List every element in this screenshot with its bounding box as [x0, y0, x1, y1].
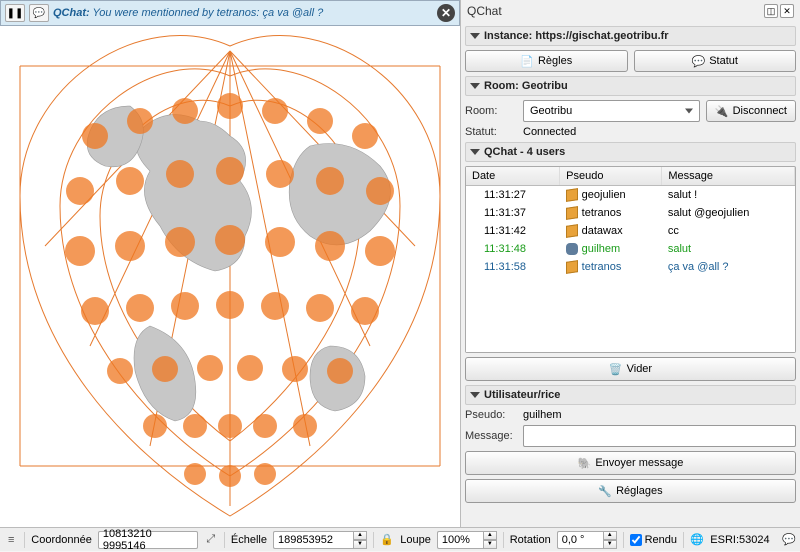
elephant-icon — [566, 243, 578, 255]
notification-title: QChat: — [53, 7, 90, 19]
loupe-field[interactable]: 100% — [437, 531, 483, 549]
chat-bubble-icon[interactable]: 💬 — [29, 4, 49, 22]
chevron-down-icon — [470, 33, 480, 39]
loupe-label: Loupe — [400, 534, 431, 546]
col-date[interactable]: Date — [466, 167, 560, 186]
extent-icon[interactable]: ⤢ — [204, 533, 218, 546]
table-row[interactable]: 11:31:37tetranossalut @geojulien — [466, 204, 795, 222]
rotation-up[interactable]: ▲ — [603, 531, 617, 540]
pseudo-label: Pseudo: — [465, 409, 517, 421]
table-row[interactable]: 11:31:58tetranosça va @all ? — [466, 258, 795, 276]
message-label: Message: — [465, 430, 517, 442]
cube-icon — [566, 188, 578, 202]
cube-icon — [566, 224, 578, 238]
loupe-up[interactable]: ▲ — [483, 531, 497, 540]
rotation-label: Rotation — [510, 534, 551, 546]
table-row[interactable]: 11:31:48guilhemsalut — [466, 240, 795, 258]
pause-button[interactable]: ❚❚ — [5, 4, 25, 22]
chevron-down-icon — [470, 149, 480, 155]
col-pseudo[interactable]: Pseudo — [560, 167, 662, 186]
status-bar: ≡ Coordonnée 10813210 9995146 ⤢ Échelle … — [0, 527, 800, 551]
panel-title: QChat — [467, 4, 502, 18]
map-canvas[interactable] — [0, 26, 460, 527]
status-button[interactable]: 💬 Statut — [634, 50, 797, 72]
notification-bar: ❚❚ 💬 QChat: You were mentionned by tetra… — [0, 0, 460, 26]
cube-icon — [566, 206, 578, 220]
chevron-down-icon — [470, 83, 480, 89]
loupe-down[interactable]: ▼ — [483, 540, 497, 549]
messages-icon[interactable]: 💬 — [782, 533, 796, 546]
scale-field[interactable]: 189853952 — [273, 531, 353, 549]
section-room[interactable]: Room: Geotribu — [465, 76, 796, 96]
disconnect-button[interactable]: 🔌 Disconnect — [706, 100, 796, 122]
notification-text: You were mentionned by tetranos: ça va @… — [90, 7, 324, 19]
status-value: Connected — [523, 126, 576, 138]
table-row[interactable]: 11:31:42datawaxcc — [466, 222, 795, 240]
coord-field[interactable]: 10813210 9995146 — [98, 531, 198, 549]
scale-label: Échelle — [231, 534, 267, 546]
legend-icon[interactable]: ≡ — [4, 534, 18, 546]
crs-label: ESRI:53024 — [710, 534, 769, 546]
render-checkbox[interactable]: Rendu — [630, 534, 677, 546]
user-header: Utilisateur/rice — [484, 389, 560, 401]
chat-header: QChat - 4 users — [484, 146, 565, 158]
send-button[interactable]: 🐘 Envoyer message — [465, 451, 796, 475]
table-row[interactable]: 11:31:27geojuliensalut ! — [466, 186, 795, 205]
cube-icon — [566, 261, 578, 275]
room-label: Room: — [465, 105, 517, 117]
rotation-field[interactable]: 0,0 ° — [557, 531, 603, 549]
scale-down[interactable]: ▼ — [353, 540, 367, 549]
chat-table: Date Pseudo Message 11:31:27geojuliensal… — [466, 167, 795, 276]
pseudo-value: guilhem — [523, 409, 562, 421]
instance-header: Instance: https://gischat.geotribu.fr — [484, 30, 669, 42]
section-user[interactable]: Utilisateur/rice — [465, 385, 796, 405]
panel-close-icon[interactable]: ✕ — [780, 4, 794, 18]
chevron-down-icon — [470, 392, 480, 398]
scale-up[interactable]: ▲ — [353, 531, 367, 540]
col-message[interactable]: Message — [662, 167, 795, 186]
status-label: Statut: — [465, 126, 517, 138]
room-header: Room: Geotribu — [484, 80, 568, 92]
close-icon[interactable]: ✕ — [437, 4, 455, 22]
undock-icon[interactable]: ◫ — [764, 4, 778, 18]
lock-icon[interactable]: 🔒 — [380, 533, 394, 546]
room-select[interactable]: Geotribu — [523, 100, 700, 122]
section-chat[interactable]: QChat - 4 users — [465, 142, 796, 162]
clear-button[interactable]: 🗑️ Vider — [465, 357, 796, 381]
crs-icon[interactable]: 🌐 — [690, 533, 704, 546]
settings-button[interactable]: 🔧 Réglages — [465, 479, 796, 503]
section-instance[interactable]: Instance: https://gischat.geotribu.fr — [465, 26, 796, 46]
message-input[interactable] — [523, 425, 796, 447]
coord-label: Coordonnée — [31, 534, 92, 546]
rotation-down[interactable]: ▼ — [603, 540, 617, 549]
rules-button[interactable]: 📄 Règles — [465, 50, 628, 72]
